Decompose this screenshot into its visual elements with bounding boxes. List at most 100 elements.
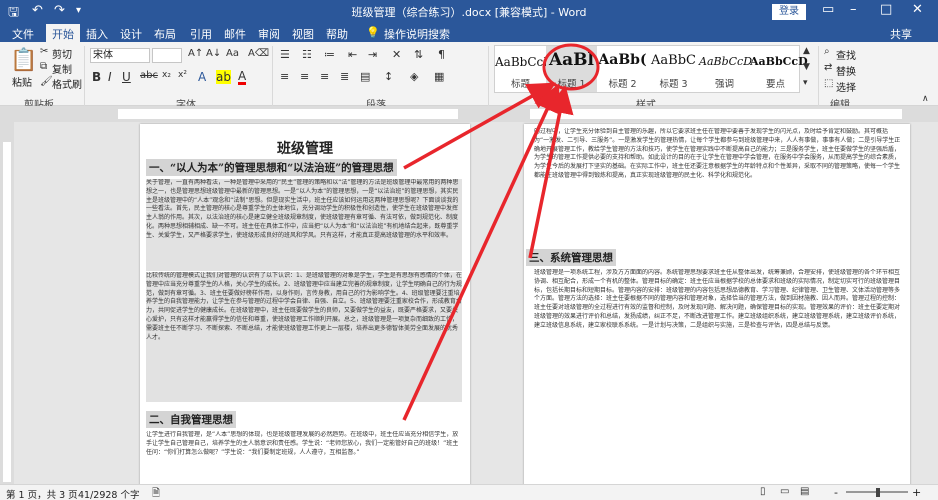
page-title: 班级管理 [277,141,333,157]
tab-view[interactable]: 视图 [292,26,314,42]
sort-icon[interactable]: ⇅ [414,48,423,61]
style-heading-2[interactable]: AaBb( 标题 2 [597,46,648,92]
paste-button[interactable]: 粘贴 [12,74,32,89]
ribbon-tab-bar: 文件 开始 插入 设计 布局 引用 邮件 审阅 视图 帮助 💡 操作说明搜索 共… [0,24,938,42]
copy-icon: ⧉ [40,61,48,72]
replace-button[interactable]: 替换 [836,63,856,78]
style-preview: AaBbCcD [699,55,753,68]
clear-formatting-icon[interactable]: A⌫ [248,48,269,59]
chinese-layout-icon[interactable]: ✕ [392,48,401,61]
tab-mailings[interactable]: 邮件 [224,26,246,42]
bullets-icon[interactable]: ☰ [280,48,290,61]
ruler-vertical-white [3,142,11,482]
borders-icon[interactable]: ▦ [434,70,444,83]
zoom-in-button[interactable]: + [912,486,921,499]
font-name-box[interactable]: 宋体 [90,48,150,63]
format-painter-button[interactable]: 格式刷 [52,76,82,91]
tab-layout[interactable]: 布局 [154,26,176,42]
line-spacing-icon[interactable]: ↕ [384,70,393,83]
status-bar: 第 1 页，共 3 页 41/2928 个字 🗎 ▯ ▭ ▤ - + [0,484,938,500]
style-preview: AaBbCcDd [495,55,561,69]
ribbon-display-options-icon[interactable]: ▭ [822,2,834,17]
font-size-box[interactable] [152,48,182,63]
style-title[interactable]: AaBbCcDd 标题 [495,46,561,92]
zoom-out-button[interactable]: - [834,486,838,499]
strikethrough-icon[interactable]: abc [140,70,158,81]
proofing-icon[interactable]: 🗎 [152,486,160,500]
section-heading-2: 二、自我管理思想 [146,411,236,428]
subscript-icon[interactable]: x₂ [162,70,171,80]
decrease-indent-icon[interactable]: ⇤ [348,48,357,61]
collapse-ribbon-icon[interactable]: ∧ [922,94,929,104]
ribbon-separator [272,46,273,106]
shrink-font-icon[interactable]: A↓ [206,48,221,59]
gallery-up-icon[interactable]: ▲ [803,46,810,56]
horizontal-ruler[interactable] [0,106,938,122]
tab-home[interactable]: 开始 [46,24,80,42]
tab-design[interactable]: 设计 [120,26,142,42]
search-icon: ⌕ [824,46,830,57]
align-right-icon[interactable]: ≡ [320,70,329,83]
style-heading-3[interactable]: AaBbC 标题 3 [648,46,699,92]
web-layout-icon[interactable]: ▤ [800,486,809,497]
page-indicator[interactable]: 第 1 页，共 3 页 [6,487,78,500]
minimize-button[interactable]: – [850,2,857,17]
cut-button[interactable]: 剪切 [52,46,72,61]
align-left-icon[interactable]: ≡ [280,70,289,83]
highlight-icon[interactable]: ab [216,70,231,84]
text-effects-icon[interactable]: A [198,70,206,84]
style-label: 标题 1 [557,79,586,90]
align-center-icon[interactable]: ≡ [300,70,309,83]
vertical-ruler[interactable] [0,122,14,484]
format-painter-icon: 🖌 [40,76,53,87]
styles-gallery: AaBbCcDd 标题 AaBl 标题 1 AaBb( 标题 2 AaBbC 标… [494,45,808,93]
tell-me-search[interactable]: 操作说明搜索 [384,26,450,42]
tab-help[interactable]: 帮助 [326,26,348,42]
ribbon-separator [84,46,85,106]
share-button[interactable]: 共享 [890,26,912,42]
paste-icon[interactable]: 📋 [10,48,37,73]
tab-references[interactable]: 引用 [190,26,212,42]
close-button[interactable]: ✕ [912,2,923,17]
font-color-icon[interactable]: A [238,70,247,85]
zoom-slider-thumb[interactable] [876,488,880,497]
ribbon-separator [818,46,819,106]
grow-font-icon[interactable]: A↑ [188,48,203,59]
maximize-button[interactable]: □ [880,2,892,17]
document-page-left[interactable]: 班级管理 一、“以人为本”的管理思想和“以法治班”的管理思想 关于管理，一直有两… [140,124,470,486]
style-emphasis[interactable]: AaBbCcD 强调 [699,46,753,92]
select-button[interactable]: 选择 [836,79,856,94]
style-label: 标题 2 [608,79,637,90]
style-label: 标题 [510,79,530,90]
print-layout-icon[interactable]: ▭ [780,486,789,497]
gallery-down-icon[interactable]: ▼ [803,62,810,72]
numbering-icon[interactable]: ☷ [302,48,312,61]
italic-icon[interactable]: I [108,70,112,84]
word-count[interactable]: 41/2928 个字 [78,487,140,500]
change-case-icon[interactable]: Aa [226,48,239,59]
login-button[interactable]: 登录 [772,4,806,20]
justify-icon[interactable]: ≣ [340,70,349,83]
read-mode-icon[interactable]: ▯ [760,486,766,497]
show-marks-icon[interactable]: ¶ [438,48,445,61]
tab-review[interactable]: 审阅 [258,26,280,42]
body-paragraph-right-2: 班级管理是一项系统工程，涉及方方面面的内容。系统管理思想要求班主任从整体出发，统… [534,269,902,485]
find-button[interactable]: 查找 [836,47,856,62]
section-heading-3: 三、系统管理思想 [526,249,616,266]
style-strong[interactable]: AaBbCcD 要点 [750,46,808,92]
style-heading-1[interactable]: AaBl 标题 1 [546,46,597,92]
tab-file[interactable]: 文件 [12,26,34,42]
replace-icon: ⇄ [824,62,833,73]
copy-button[interactable]: 复制 [52,61,72,76]
multilevel-list-icon[interactable]: ≔ [324,48,335,61]
increase-indent-icon[interactable]: ⇥ [368,48,377,61]
document-page-right[interactable]: 的过程中，让学生充分体验到自主管理的乐趣，所以它要求班主任在管理中要善于发现学生… [524,124,910,486]
superscript-icon[interactable]: x² [178,70,187,80]
shading-icon[interactable]: ◈ [410,70,418,83]
distributed-icon[interactable]: ▤ [360,70,370,83]
tab-insert[interactable]: 插入 [86,26,108,42]
ruler-left-page [118,109,458,119]
gallery-more-icon[interactable]: ▾ [803,78,808,88]
bold-icon[interactable]: B [92,70,101,84]
underline-icon[interactable]: U [122,70,131,84]
